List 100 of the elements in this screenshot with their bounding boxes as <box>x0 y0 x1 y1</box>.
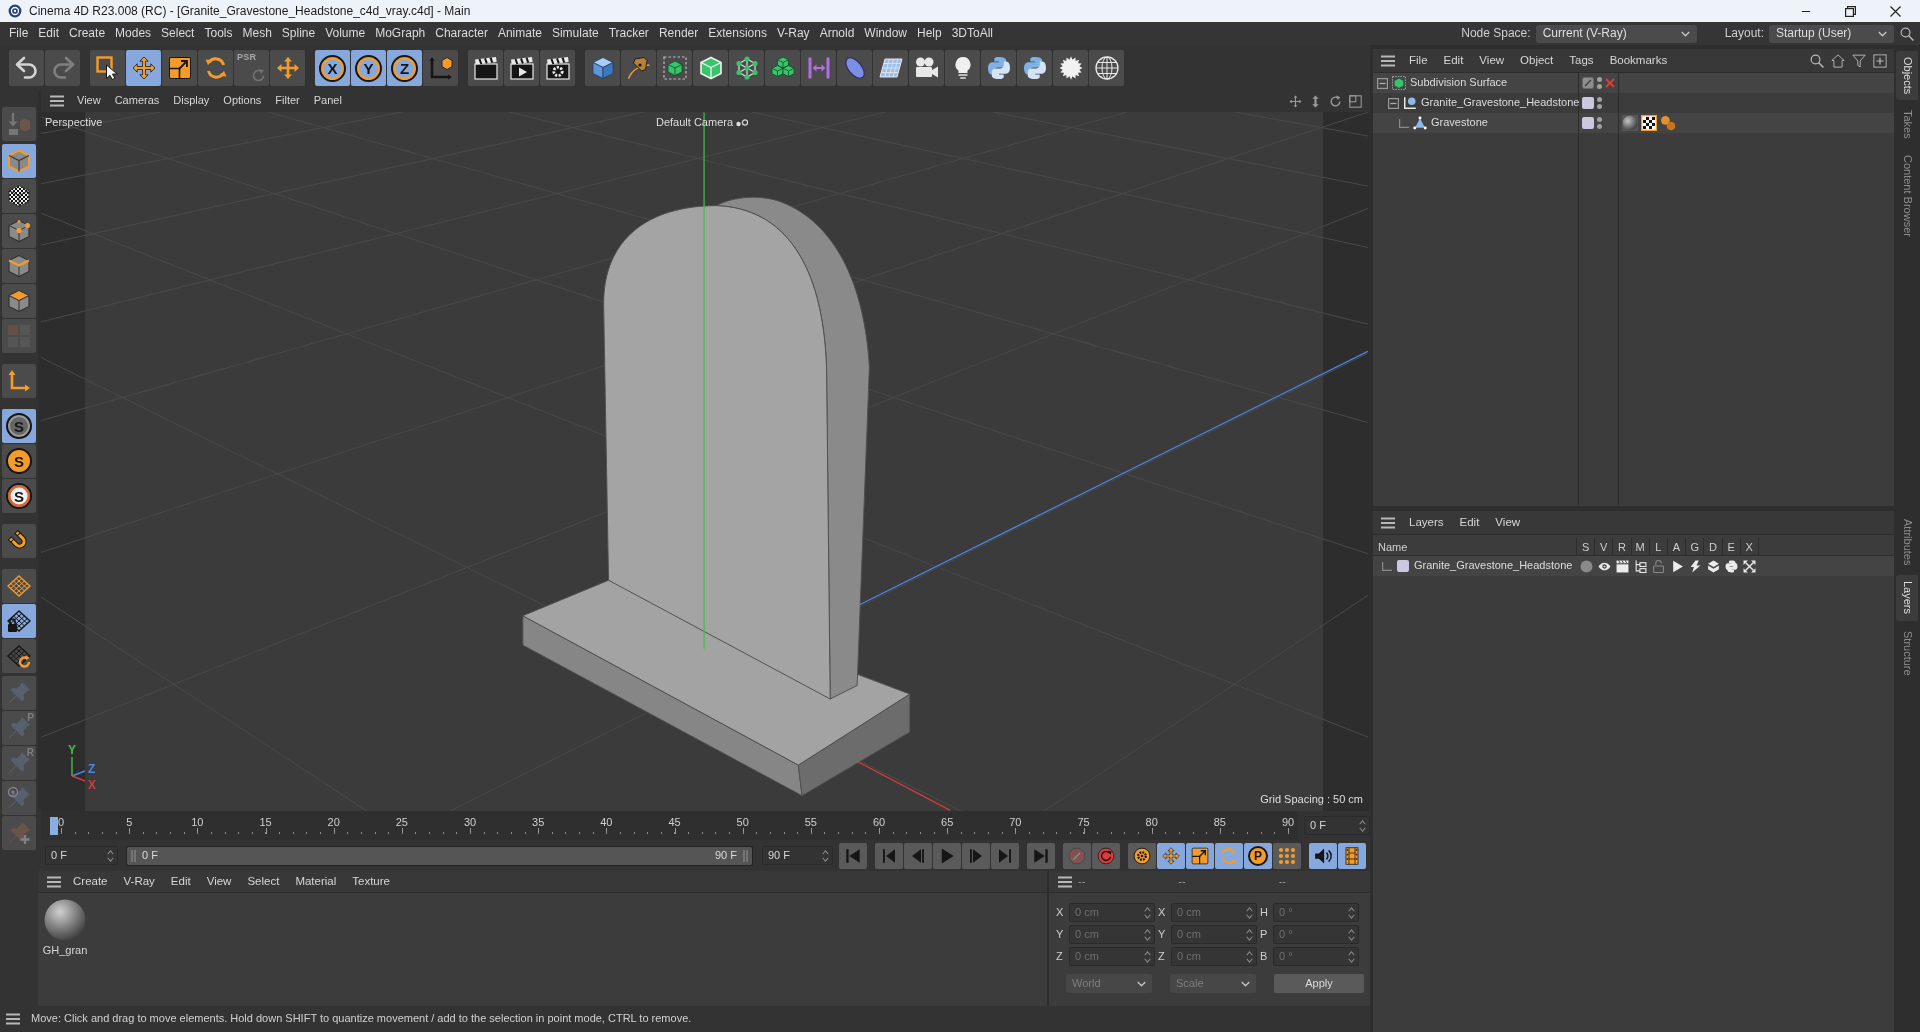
axis-lock-button[interactable]: Y <box>351 50 386 86</box>
menu-item[interactable]: Tracker <box>603 26 654 41</box>
end-frame-field[interactable]: 90 F <box>762 846 833 865</box>
side-tab[interactable]: Takes <box>1896 104 1918 146</box>
timeline-ruler[interactable]: 0 5 10 15 20 25 30 35 40 45 50 55 60 65 70 75 80 85 90 <box>41 811 1298 840</box>
hierarchy-icon[interactable] <box>1634 559 1648 573</box>
material-menu-item[interactable]: View <box>198 874 240 889</box>
menu-item[interactable]: Mesh <box>237 26 277 41</box>
layer-color-swatch[interactable] <box>1582 97 1594 109</box>
render-settings-button[interactable] <box>540 50 575 86</box>
side-tab[interactable]: Attributes <box>1896 513 1918 572</box>
menu-item[interactable]: Spline <box>276 26 321 41</box>
points-mode-button[interactable] <box>2 214 36 248</box>
playhead-handle[interactable] <box>50 817 58 835</box>
key-scale-button[interactable] <box>1186 842 1214 869</box>
axis-lock-button[interactable]: X <box>315 50 350 86</box>
autokey-button[interactable] <box>1092 842 1120 869</box>
key-move-button[interactable] <box>1157 842 1185 869</box>
house-icon[interactable] <box>1831 53 1845 68</box>
sphere-tag-icon[interactable] <box>1622 115 1638 131</box>
side-tab[interactable]: Content Browser <box>1896 149 1918 243</box>
coordinate-system-button[interactable] <box>423 50 458 86</box>
node-space-dropdown[interactable]: Current (V-Ray) <box>1535 24 1697 43</box>
render-view-button[interactable] <box>468 50 503 86</box>
collapse-icon[interactable] <box>1377 77 1388 89</box>
two-dots-icon[interactable] <box>1597 117 1602 129</box>
material-menu-item[interactable]: Select <box>239 874 288 889</box>
workplane-button[interactable] <box>2 569 36 603</box>
go-end-button[interactable] <box>1027 842 1055 869</box>
side-tab[interactable]: Structure <box>1896 624 1918 682</box>
layer-menu-item[interactable]: Layers <box>1401 515 1452 530</box>
subdivision-button[interactable] <box>657 50 692 86</box>
crossed-arrows-icon[interactable] <box>1743 559 1757 573</box>
material-menu-item[interactable]: Texture <box>344 874 398 889</box>
snap-ring-button[interactable]: S <box>2 479 36 513</box>
grip-icon[interactable] <box>743 849 748 862</box>
magnet-button[interactable] <box>2 524 36 558</box>
play-icon[interactable] <box>1670 559 1684 573</box>
menu-item[interactable]: Select <box>156 26 200 41</box>
object-menu-item[interactable]: Tags <box>1561 53 1602 68</box>
viewport-menu-item[interactable]: Options <box>216 94 269 108</box>
viewport-menu-item[interactable]: Filter <box>268 94 307 108</box>
axis-mode-button[interactable] <box>2 364 36 398</box>
stacked-layers-icon[interactable] <box>1706 559 1720 573</box>
layer-color-swatch[interactable] <box>1397 560 1409 572</box>
object-menu-item[interactable]: Object <box>1512 53 1562 68</box>
menu-item[interactable]: V-Ray <box>771 26 815 41</box>
layer-menu-item[interactable]: Edit <box>1451 515 1488 530</box>
object-menu-item[interactable]: Bookmarks <box>1601 53 1676 68</box>
current-frame-field[interactable]: 0 F <box>1304 816 1370 835</box>
layer-color-swatch[interactable] <box>1582 117 1594 129</box>
layer-name[interactable]: Granite_Gravestone_Headstone <box>1414 559 1573 573</box>
object-row[interactable]: Subdivision Surface <box>1373 73 1894 93</box>
menu-item[interactable]: MoGraph <box>370 26 431 41</box>
globe-button[interactable] <box>1089 50 1124 86</box>
checker-tag-icon[interactable] <box>1641 115 1657 131</box>
key-rotate-button[interactable] <box>1215 842 1243 869</box>
two-dots-icon[interactable] <box>1597 77 1602 89</box>
grid-lock-button[interactable] <box>2 604 36 638</box>
play-button[interactable] <box>933 842 961 869</box>
environment-button[interactable] <box>1053 50 1088 86</box>
grid-rotate-button[interactable] <box>2 639 36 673</box>
menu-item[interactable]: Window <box>859 26 912 41</box>
viewport-menu-item[interactable]: Panel <box>306 94 349 108</box>
menu-item[interactable]: Arnold <box>814 26 860 41</box>
menu-item[interactable]: Animate <box>492 26 547 41</box>
go-start-button[interactable] <box>839 842 867 869</box>
transform-tool-button[interactable] <box>270 50 305 86</box>
menu-icon[interactable] <box>1381 54 1395 67</box>
move-tool-button[interactable] <box>126 50 161 86</box>
filter-icon[interactable] <box>1852 53 1866 68</box>
menu-item[interactable]: Character <box>430 26 493 41</box>
menu-item[interactable]: Simulate <box>546 26 604 41</box>
pen-button[interactable] <box>621 50 656 86</box>
search-icon[interactable] <box>1810 53 1824 68</box>
undo-button[interactable] <box>9 50 44 86</box>
solo-dot-icon[interactable] <box>1579 559 1593 573</box>
axis-lock-button[interactable]: Z <box>387 50 422 86</box>
plus-box-icon[interactable] <box>1873 53 1887 68</box>
spinner-icon[interactable] <box>107 849 114 862</box>
camera-button[interactable] <box>909 50 944 86</box>
menu-item[interactable]: File <box>4 26 34 41</box>
script-button[interactable] <box>1017 50 1052 86</box>
menu-item[interactable]: Edit <box>33 26 65 41</box>
viewport-menu-item[interactable]: Display <box>166 94 217 108</box>
light-button[interactable] <box>945 50 980 86</box>
prev-frame-button[interactable] <box>904 842 932 869</box>
material-preview[interactable] <box>44 899 86 941</box>
film-button[interactable] <box>1338 842 1366 869</box>
next-key-button[interactable] <box>991 842 1019 869</box>
object-name[interactable]: Gravestone <box>1431 116 1488 130</box>
menu-icon[interactable] <box>50 95 64 107</box>
two-dots-icon[interactable] <box>1597 97 1602 109</box>
object-menu-item[interactable]: View <box>1471 53 1513 68</box>
spinner-icon[interactable] <box>1359 819 1366 832</box>
material-menu-item[interactable]: Edit <box>162 874 199 889</box>
close-icon[interactable] <box>1890 5 1901 17</box>
menu-icon[interactable] <box>1058 875 1072 888</box>
start-frame-field[interactable]: 0 F <box>45 846 118 865</box>
layout-dropdown[interactable]: Startup (User) <box>1769 24 1894 43</box>
